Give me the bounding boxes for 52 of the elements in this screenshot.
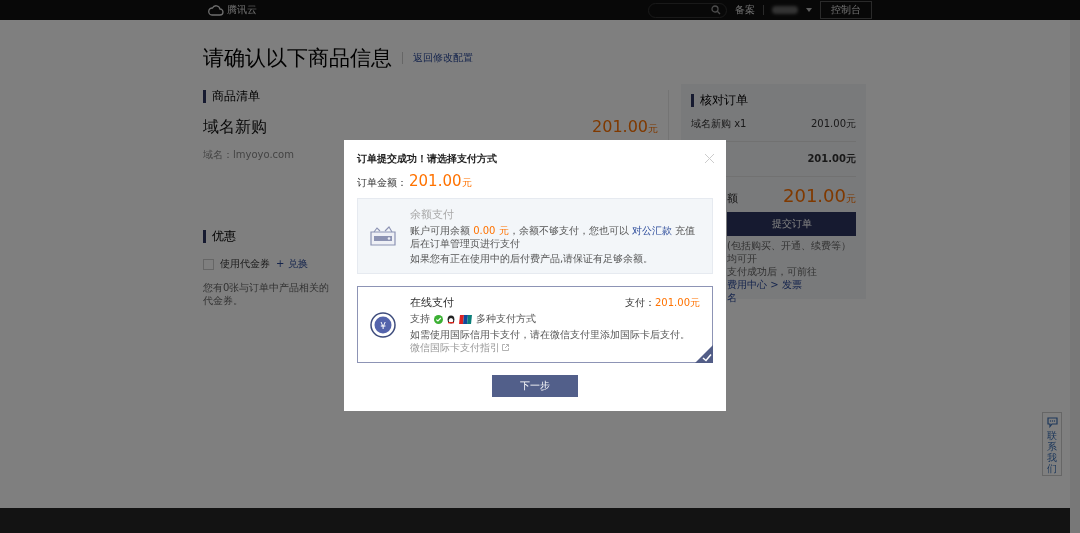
close-icon[interactable] [705,154,714,163]
product-name: 域名新购 [203,117,267,138]
submit-order-button[interactable]: 提交订单 [727,212,856,236]
external-link-icon [502,344,509,351]
yen-coin-icon: ¥ [370,311,396,338]
section-heading: 商品清单 [203,90,668,103]
next-step-button[interactable]: 下一步 [492,375,578,397]
contact-label: 联系我们 [1047,430,1057,474]
payment-methods-text: 多种支付方式 [476,312,536,326]
amount-value: 201.00元 [409,172,472,190]
support-label: 支持 [410,312,430,326]
wallet-icon [370,226,396,246]
caret-icon[interactable] [806,8,812,12]
card-heading: 核对订单 [691,94,856,107]
fee-center-link[interactable]: 费用中心 > 发票 [727,278,802,291]
guide-link[interactable]: 微信国际卡支付指引 [410,341,509,354]
brand-name: 腾讯云 [227,3,257,17]
voucher-note: 您有0张与订单中产品相关的代金券。 [203,281,331,307]
search-icon [711,5,721,15]
balance-note: 如果您有正在使用中的后付费产品,请保证有足够余额。 [410,252,655,265]
pay-amount: 201.00元 [655,297,700,308]
chat-icon [1046,417,1058,428]
voucher-label: 使用代金券 [220,257,270,271]
note-text: (包括购买、开通、续费等）均可开 [727,239,852,265]
total-price: 201.00元 [783,185,856,206]
console-button[interactable]: 控制台 [820,1,872,19]
checkbox[interactable] [203,258,214,270]
cloud-logo-icon [208,4,224,16]
nav-link[interactable]: 备案 [735,3,755,17]
blurred-username [772,6,798,14]
fee-center-link[interactable]: 名 [727,291,737,304]
note-text: 支付成功后，可前往 [727,265,818,278]
payment-option[interactable]: ¥ 在线支付 支付：201.00元 支持 多种支付方式 如需使用国际信用卡支付，请在微信支付里添加国际卡后支付。 微信国际卡支付指引 [357,286,713,363]
scrollbar[interactable] [1070,20,1080,533]
option-title: 余额支付 [410,207,455,222]
option-title: 在线支付 [410,295,454,310]
dialog-title: 订单提交成功！请选择支付方式 [357,152,497,166]
selected-check-icon [695,345,713,363]
item-price: 201.00元 [811,117,856,131]
amount-label: 订单金额： [357,176,407,190]
bank-card-icon [459,314,472,324]
subtotal-price: 201.00元 [807,152,856,166]
back-link[interactable]: 返回修改配置 [413,51,473,65]
redeem-link[interactable]: + 兑换 [276,257,308,271]
contact-us-tab[interactable]: 联系我们 [1042,412,1062,476]
total-label: 额 [727,191,738,206]
item-label: 域名新购 x1 [691,117,747,131]
product-price: 201.00元 [592,117,658,136]
page-title: 请确认以下商品信息 [203,45,392,72]
card-note: 如需使用国际信用卡支付，请在微信支付里添加国际卡后支付。 [410,329,690,340]
pay-label: 支付： [625,297,655,308]
penguin-icon [447,314,455,324]
